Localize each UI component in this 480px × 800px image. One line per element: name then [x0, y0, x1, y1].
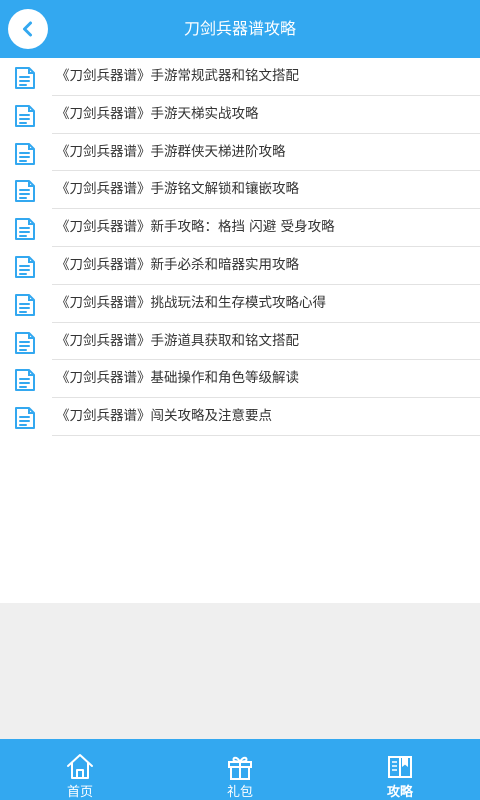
- article-title: 《刀剑兵器谱》新手攻略：格挡 闪避 受身攻略: [56, 219, 335, 236]
- page-title: 刀剑兵器谱攻略: [183, 19, 296, 38]
- document-icon: [15, 293, 35, 316]
- divider: [52, 434, 480, 436]
- app-screen: 刀剑兵器谱攻略 《刀剑兵器谱》手游常规武器和铭文搭配 《刀剑兵器谱》手游天梯实战…: [0, 0, 480, 800]
- list-item[interactable]: 《刀剑兵器谱》手游道具获取和铭文搭配: [0, 323, 480, 361]
- article-title: 《刀剑兵器谱》手游群侠天梯进阶攻略: [56, 143, 286, 160]
- tab-label: 攻略: [386, 785, 413, 800]
- list-item[interactable]: 《刀剑兵器谱》新手必杀和暗器实用攻略: [0, 247, 480, 285]
- list-item[interactable]: 《刀剑兵器谱》闯关攻略及注意要点: [0, 398, 480, 436]
- article-title: 《刀剑兵器谱》闯关攻略及注意要点: [56, 408, 272, 425]
- list-item[interactable]: 《刀剑兵器谱》手游天梯实战攻略: [0, 96, 480, 134]
- list-item[interactable]: 《刀剑兵器谱》新手攻略：格挡 闪避 受身攻略: [0, 209, 480, 247]
- article-list: 《刀剑兵器谱》手游常规武器和铭文搭配 《刀剑兵器谱》手游天梯实战攻略 《刀剑兵器…: [0, 58, 480, 436]
- document-icon: [15, 142, 35, 165]
- article-title: 《刀剑兵器谱》挑战玩法和生存模式攻略心得: [56, 294, 326, 311]
- header-bar: 刀剑兵器谱攻略: [0, 0, 480, 58]
- document-icon: [15, 331, 35, 354]
- home-icon: [67, 754, 93, 779]
- article-list-panel: 《刀剑兵器谱》手游常规武器和铭文搭配 《刀剑兵器谱》手游天梯实战攻略 《刀剑兵器…: [0, 58, 480, 603]
- list-item[interactable]: 《刀剑兵器谱》手游常规武器和铭文搭配: [0, 58, 480, 96]
- tab-label: 礼包: [226, 785, 253, 800]
- list-item[interactable]: 《刀剑兵器谱》挑战玩法和生存模式攻略心得: [0, 285, 480, 323]
- gift-icon: [228, 756, 252, 780]
- article-title: 《刀剑兵器谱》手游铭文解锁和镶嵌攻略: [56, 181, 299, 198]
- list-item[interactable]: 《刀剑兵器谱》基础操作和角色等级解读: [0, 360, 480, 399]
- tab-home[interactable]: 首页: [0, 739, 160, 800]
- document-icon: [15, 255, 35, 278]
- document-icon: [15, 180, 35, 203]
- list-item[interactable]: 《刀剑兵器谱》手游铭文解锁和镶嵌攻略: [0, 171, 480, 210]
- tab-label: 首页: [66, 785, 93, 800]
- document-icon: [15, 104, 35, 127]
- article-title: 《刀剑兵器谱》新手必杀和暗器实用攻略: [56, 256, 299, 273]
- article-title: 《刀剑兵器谱》基础操作和角色等级解读: [56, 370, 299, 387]
- document-icon: [15, 218, 35, 241]
- list-item[interactable]: 《刀剑兵器谱》手游群侠天梯进阶攻略: [0, 134, 480, 172]
- document-icon: [15, 67, 35, 89]
- bottom-tab-bar: 首页 礼包 攻略: [0, 739, 480, 800]
- document-icon: [15, 407, 35, 430]
- document-icon: [15, 369, 35, 392]
- book-icon: [388, 756, 412, 778]
- tab-guide[interactable]: 攻略: [320, 739, 480, 800]
- article-title: 《刀剑兵器谱》手游道具获取和铭文搭配: [56, 332, 299, 349]
- article-title: 《刀剑兵器谱》手游天梯实战攻略: [56, 105, 259, 122]
- article-title: 《刀剑兵器谱》手游常规武器和铭文搭配: [56, 68, 299, 84]
- empty-area: [0, 603, 480, 739]
- tab-gift[interactable]: 礼包: [160, 739, 320, 800]
